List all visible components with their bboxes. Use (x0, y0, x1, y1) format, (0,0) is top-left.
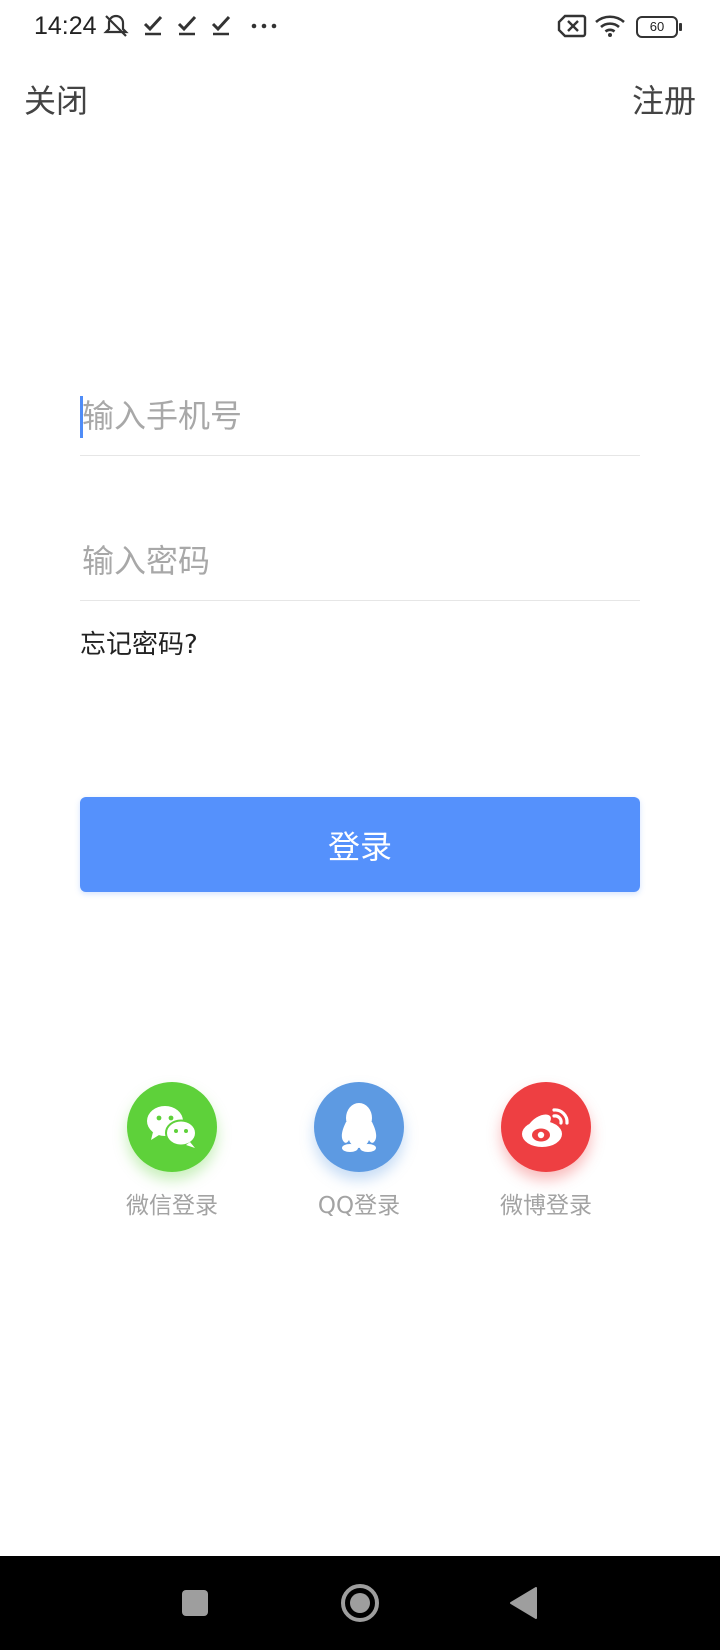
weibo-login-label: 微博登录 (500, 1193, 592, 1219)
home-icon (341, 1584, 379, 1622)
battery-icon: 60 (636, 16, 682, 38)
wechat-icon[interactable] (127, 1082, 217, 1172)
register-button[interactable]: 注册 (632, 76, 696, 122)
status-bar: 14:24 60 (0, 0, 720, 56)
wechat-login-label: 微信登录 (126, 1193, 218, 1219)
status-time: 14:24 (34, 12, 97, 40)
close-button[interactable]: 关闭 (24, 76, 88, 122)
back-button[interactable] (484, 1556, 564, 1650)
qq-icon[interactable] (314, 1082, 404, 1172)
battery-level: 60 (649, 19, 665, 34)
check-icon (142, 12, 164, 42)
password-input[interactable] (80, 521, 640, 600)
home-button[interactable] (320, 1556, 400, 1650)
phone-field[interactable] (80, 376, 640, 456)
wechat-login-button[interactable]: 微信登录 (107, 1082, 237, 1220)
check-icon (210, 12, 232, 42)
silent-icon (102, 12, 130, 44)
wifi-icon (594, 14, 626, 42)
password-field[interactable] (80, 521, 640, 601)
qq-login-button[interactable]: QQ登录 (294, 1082, 424, 1220)
back-icon (510, 1587, 537, 1619)
qq-login-label: QQ登录 (317, 1193, 401, 1219)
recent-apps-icon (182, 1590, 208, 1616)
check-icon (176, 12, 198, 42)
login-button[interactable]: 登录 (80, 797, 640, 892)
weibo-login-button[interactable]: 微博登录 (481, 1082, 611, 1220)
navigation-bar (0, 1556, 720, 1650)
forgot-password-link[interactable]: 忘记密码? (80, 624, 198, 661)
no-sim-icon (557, 14, 587, 42)
recent-apps-button[interactable] (155, 1556, 235, 1650)
text-caret (80, 396, 83, 438)
weibo-icon[interactable] (501, 1082, 591, 1172)
more-dots-icon (250, 12, 280, 42)
phone-input[interactable] (80, 376, 640, 455)
